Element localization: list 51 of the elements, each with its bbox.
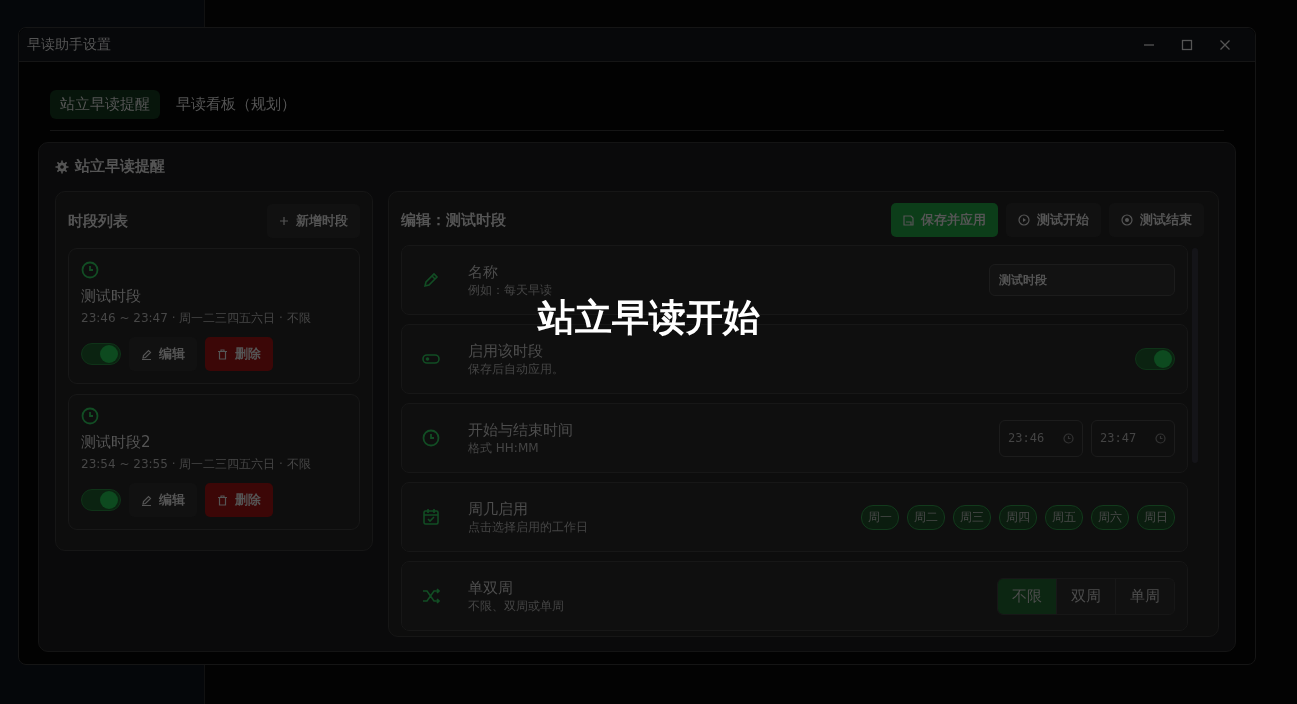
setting-label: 单双周	[468, 578, 514, 597]
pencil-icon	[141, 348, 152, 360]
segment-option[interactable]: 双周	[1057, 578, 1116, 614]
trash-icon	[217, 348, 228, 360]
period-name: 测试时段	[81, 287, 141, 306]
pencil-icon	[141, 494, 152, 506]
maximize-icon[interactable]	[1181, 38, 1193, 51]
segment-option[interactable]: 不限	[998, 578, 1057, 614]
trash-icon	[217, 494, 228, 506]
segment-option[interactable]: 单周	[1116, 578, 1174, 614]
period-name: 测试时段2	[81, 433, 151, 452]
window-title: 早读助手设置	[27, 35, 111, 54]
setting-label: 启用该时段	[468, 341, 544, 360]
clock-icon	[422, 429, 440, 447]
section-title: 站立早读提醒	[75, 157, 165, 176]
tab[interactable]: 早读看板（规划）	[166, 90, 306, 119]
weekday-chip[interactable]: 周五	[1045, 504, 1083, 530]
action-button[interactable]: 测试结束	[1109, 203, 1204, 237]
panel-title: 时段列表	[68, 211, 128, 231]
play-icon	[1018, 214, 1030, 226]
weekday-chip[interactable]: 周三	[953, 504, 991, 530]
setting-label: 名称	[468, 262, 499, 281]
clock-icon	[1063, 432, 1074, 444]
setting-label: 开始与结束时间	[468, 420, 574, 439]
plus-icon	[279, 216, 289, 226]
calendar-icon	[422, 508, 440, 526]
clock-icon	[1155, 432, 1166, 444]
stop-icon	[1121, 214, 1133, 226]
weekday-chip[interactable]: 周日	[1137, 504, 1175, 530]
panel-title: 编辑：测试时段	[401, 210, 506, 230]
pencil-icon	[422, 271, 440, 289]
toggle-switch[interactable]	[81, 343, 121, 365]
toggle-switch[interactable]	[81, 489, 121, 511]
add-period-button[interactable]: 新增时段	[267, 204, 360, 238]
name-input-field[interactable]: 测试时段	[989, 264, 1175, 296]
delete-button[interactable]: 删除	[205, 337, 273, 371]
action-button[interactable]: 测试开始	[1006, 203, 1101, 237]
shuffle-icon	[422, 587, 440, 605]
toggle-switch[interactable]	[1135, 348, 1175, 370]
clock-icon	[81, 407, 99, 425]
delete-button[interactable]: 删除	[205, 483, 273, 517]
save-icon	[903, 214, 914, 226]
close-icon[interactable]	[1219, 38, 1231, 51]
weekday-chip[interactable]: 周四	[999, 504, 1037, 530]
gear-icon	[55, 159, 69, 174]
notification-text: 站立早读开始	[537, 299, 760, 336]
action-button[interactable]: 保存并应用	[891, 203, 998, 237]
weekday-chip[interactable]: 周六	[1091, 504, 1129, 530]
clock-icon	[81, 261, 99, 279]
tab[interactable]: 站立早读提醒	[50, 90, 160, 119]
setting-label: 周几启用	[468, 499, 529, 518]
